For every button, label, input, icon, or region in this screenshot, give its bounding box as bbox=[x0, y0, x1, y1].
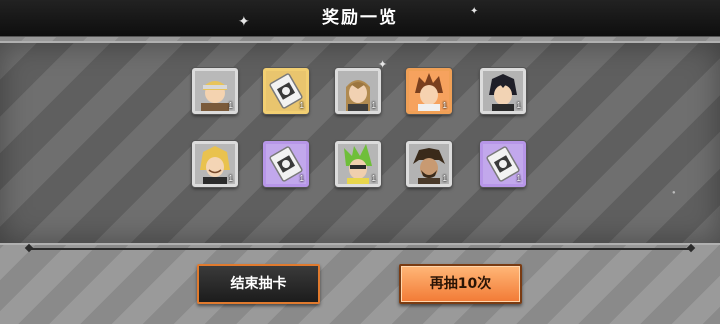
reward-card-character[interactable]: 1 bbox=[192, 141, 238, 187]
reward-card-character[interactable]: 1 bbox=[192, 68, 238, 114]
reward-count: 1 bbox=[228, 174, 233, 183]
sparkle-icon: ✦ bbox=[470, 6, 479, 17]
reward-card-character[interactable]: 1 bbox=[335, 141, 381, 187]
reward-card-item[interactable]: 1 bbox=[480, 141, 526, 187]
title-bar: 奖励一览 bbox=[0, 0, 720, 37]
reward-card-character[interactable]: 1 bbox=[406, 68, 452, 114]
sparkle-icon: ✦ bbox=[378, 59, 388, 71]
reward-card-character[interactable]: 1 bbox=[406, 141, 452, 187]
reward-card-character[interactable]: 1 bbox=[335, 68, 381, 114]
sparkle-icon: ● bbox=[672, 190, 676, 196]
reward-count: 1 bbox=[442, 101, 447, 110]
reward-count: 1 bbox=[299, 174, 304, 183]
reward-count: 1 bbox=[299, 101, 304, 110]
sparkle-icon: ✦ bbox=[238, 13, 250, 29]
gacha-result-screen: 奖励一览 ✦ ✦ 1 1 1 ✦ 1 1 1 1 1 1 1 ● 结束抽卡 再抽… bbox=[0, 0, 720, 324]
end-draw-button[interactable]: 结束抽卡 bbox=[197, 264, 320, 304]
reward-count: 1 bbox=[371, 174, 376, 183]
draw-again-button[interactable]: 再抽10次 bbox=[399, 264, 522, 304]
reward-card-character[interactable]: 1 bbox=[480, 68, 526, 114]
divider bbox=[28, 248, 692, 250]
divider-end-dot bbox=[686, 243, 696, 253]
reward-count: 1 bbox=[371, 101, 376, 110]
reward-card-item[interactable]: 1 bbox=[263, 68, 309, 114]
reward-count: 1 bbox=[516, 174, 521, 183]
reward-card-item[interactable]: 1 bbox=[263, 141, 309, 187]
reward-count: 1 bbox=[516, 101, 521, 110]
divider-end-dot bbox=[24, 243, 34, 253]
page-title: 奖励一览 bbox=[322, 8, 398, 28]
reward-count: 1 bbox=[228, 101, 233, 110]
reward-count: 1 bbox=[442, 174, 447, 183]
